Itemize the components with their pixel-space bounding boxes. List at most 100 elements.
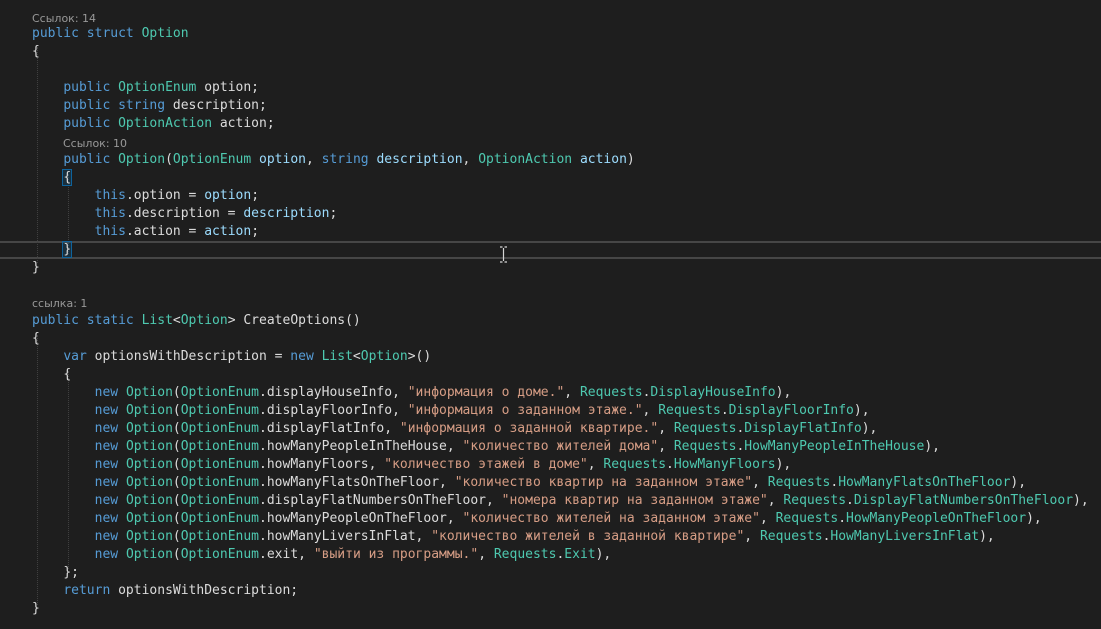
code-token: Requests xyxy=(767,475,831,490)
code-line[interactable]: this.description = description; xyxy=(32,205,338,223)
code-token: , xyxy=(462,152,479,167)
code-line[interactable]: new Option(OptionEnum.displayFlatNumbers… xyxy=(32,492,1089,510)
code-token: "количество жителей в заданной квартире" xyxy=(431,529,745,544)
code-token: OptionEnum xyxy=(180,529,260,544)
code-token: option xyxy=(204,188,252,203)
code-token: return xyxy=(63,583,111,598)
code-token: ) xyxy=(626,152,635,167)
code-line[interactable]: } xyxy=(32,259,40,277)
code-line[interactable]: public Option(OptionEnum option, string … xyxy=(32,151,635,169)
code-token: public xyxy=(63,98,111,113)
code-editor[interactable]: Ссылок: 14 Ссылок: 10 ссылка: 1 public s… xyxy=(0,0,1101,629)
code-line[interactable]: new Option(OptionEnum.howManyFlatsOnTheF… xyxy=(32,474,1026,492)
code-line[interactable]: public struct Option xyxy=(32,25,189,43)
code-line[interactable]: new Option(OptionEnum.howManyPeopleOnThe… xyxy=(32,510,1042,528)
code-token: < xyxy=(172,313,181,328)
code-token: new xyxy=(290,349,314,364)
code-token: OptionEnum xyxy=(180,493,260,508)
code-line[interactable]: new Option(OptionEnum.displayHouseInfo, … xyxy=(32,384,792,402)
code-token: .howManyPeopleOnTheFloor, xyxy=(259,511,463,526)
code-token: HowManyLiversInFlat xyxy=(830,529,980,544)
code-line[interactable]: { xyxy=(32,169,73,187)
code-token: Requests xyxy=(759,529,823,544)
code-token: Option xyxy=(125,493,173,508)
code-line[interactable]: public string description; xyxy=(32,97,267,115)
code-line[interactable]: } xyxy=(32,241,73,259)
code-token: OptionAction xyxy=(478,152,573,167)
code-token: } xyxy=(32,260,40,275)
code-line[interactable]: this.option = option; xyxy=(32,187,259,205)
code-line[interactable]: new Option(OptionEnum.howManyPeopleInThe… xyxy=(32,438,940,456)
code-token: Option xyxy=(125,529,173,544)
code-line[interactable]: var optionsWithDescription = new List<Op… xyxy=(32,348,431,366)
code-token: new xyxy=(94,385,119,400)
code-token: ( xyxy=(172,403,181,418)
code-token: OptionEnum xyxy=(118,80,197,95)
code-line[interactable]: { xyxy=(32,366,71,384)
code-line[interactable]: new Option(OptionEnum.exit, "выйти из пр… xyxy=(32,546,612,564)
code-line[interactable]: this.action = action; xyxy=(32,223,259,241)
code-token: Option xyxy=(118,152,166,167)
code-line[interactable]: { xyxy=(32,330,40,348)
code-line[interactable]: public OptionAction action; xyxy=(32,115,274,133)
code-token: Requests xyxy=(579,385,643,400)
code-token: < xyxy=(352,349,361,364)
code-line[interactable]: public static List<Option> CreateOptions… xyxy=(32,312,361,330)
code-token: new xyxy=(94,439,119,454)
code-token: , xyxy=(744,529,760,544)
code-token: this xyxy=(94,224,126,239)
current-line-highlight xyxy=(0,241,1101,259)
code-token: OptionEnum xyxy=(180,421,260,436)
code-token: ), xyxy=(775,385,792,400)
code-token: Requests xyxy=(493,547,557,562)
code-token: Option xyxy=(125,511,173,526)
code-line[interactable]: new Option(OptionEnum.howManyLiversInFla… xyxy=(32,528,995,546)
code-token: description xyxy=(376,152,463,167)
code-token: OptionEnum xyxy=(180,439,260,454)
code-token: Option xyxy=(125,457,173,472)
code-line[interactable]: public OptionEnum option; xyxy=(32,79,259,97)
code-token: description xyxy=(243,206,330,221)
code-line[interactable]: } xyxy=(32,600,40,618)
code-token: .displayHouseInfo, xyxy=(259,385,408,400)
code-token: .howManyLiversInFlat, xyxy=(259,529,432,544)
code-line[interactable]: new Option(OptionEnum.displayFloorInfo, … xyxy=(32,402,870,420)
code-token: Requests xyxy=(673,421,737,436)
code-token: Option xyxy=(125,421,173,436)
code-token: ( xyxy=(172,547,181,562)
code-token: Option xyxy=(141,26,189,41)
code-token: ( xyxy=(172,421,181,436)
code-token: , xyxy=(642,403,659,418)
codelens-references-struct[interactable]: Ссылок: 14 xyxy=(32,12,96,26)
code-token: { xyxy=(32,331,40,346)
codelens-references-constructor[interactable]: Ссылок: 10 xyxy=(63,137,127,151)
code-token: Option xyxy=(180,313,228,328)
code-token: ), xyxy=(861,421,878,436)
code-token: Option xyxy=(125,403,173,418)
code-line[interactable]: new Option(OptionEnum.howManyFloors, "ко… xyxy=(32,456,792,474)
code-token: new xyxy=(94,403,119,418)
code-token: option; xyxy=(204,80,260,95)
code-token: ; xyxy=(329,206,338,221)
code-token: .action = xyxy=(125,224,205,239)
code-token: >() xyxy=(407,349,432,364)
code-line[interactable]: { xyxy=(32,43,40,61)
code-token: new xyxy=(94,511,119,526)
code-token: "информация о доме." xyxy=(407,385,565,400)
code-line[interactable]: new Option(OptionEnum.displayFlatInfo, "… xyxy=(32,420,878,438)
codelens-references-method[interactable]: ссылка: 1 xyxy=(32,297,87,311)
code-line[interactable]: }; xyxy=(32,564,79,582)
code-token: OptionEnum xyxy=(172,152,252,167)
code-line[interactable]: return optionsWithDescription; xyxy=(32,582,298,600)
